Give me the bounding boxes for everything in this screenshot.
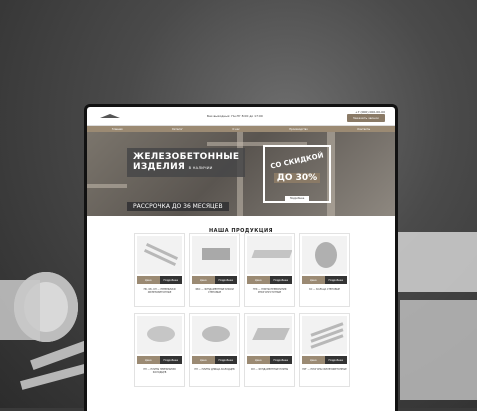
- product-label[interactable]: ПП — ПЛИТЫ ПЕРЕКРЫТИЯ КОЛОДЦЕВ: [135, 368, 184, 374]
- product-label[interactable]: ПТК — ПЛИТЫ ПЕРЕКРЫТИЯ МНОГОПУСТОТНЫЕ: [245, 288, 294, 294]
- product-image-lintels: [137, 236, 182, 274]
- price-button[interactable]: Цена: [137, 356, 160, 364]
- product-label[interactable]: ПБ, ОБ, ОП — ПЕРЕМЫЧКИ ЖЕЛЕЗОБЕТОННЫЕ: [135, 288, 184, 294]
- product-image-rings: [302, 236, 347, 274]
- product-card[interactable]: Цена Подробнее ФБС — ФУНДАМЕНТНЫЕ БЛОКИ С…: [189, 233, 240, 307]
- details-button[interactable]: Подробнее: [159, 356, 182, 364]
- site-header: Без выходных: Пн-Пт 8:00 до 17:00 +7 (00…: [87, 107, 395, 126]
- website-window: Без выходных: Пн-Пт 8:00 до 17:00 +7 (00…: [84, 104, 398, 411]
- promo-text: СО СКИДКОЙ: [269, 151, 325, 171]
- price-button[interactable]: Цена: [302, 356, 325, 364]
- hero-subtitle: РАССРОЧКА ДО 36 МЕСЯЦЕВ: [127, 202, 229, 211]
- product-image-girders: [302, 316, 347, 354]
- price-button[interactable]: Цена: [247, 276, 270, 284]
- details-button[interactable]: Подробнее: [159, 276, 182, 284]
- product-label[interactable]: ПРГ — ПРОГОНЫ ЖЕЛЕЗОБЕТОННЫЕ: [300, 368, 349, 371]
- product-card[interactable]: Цена Подробнее КС — КОЛЬЦА СТЕНОВЫЕ: [299, 233, 350, 307]
- details-button[interactable]: Подробнее: [269, 356, 292, 364]
- nav-item-about[interactable]: О нас: [232, 128, 239, 131]
- product-image-blocks: [192, 236, 237, 274]
- nav-item-production[interactable]: Производство: [289, 128, 308, 131]
- price-button[interactable]: Цена: [192, 356, 215, 364]
- product-card[interactable]: Цена Подробнее ПП — ПЛИТЫ ПЕРЕКРЫТИЯ КОЛО…: [134, 313, 185, 387]
- details-button[interactable]: Подробнее: [324, 276, 347, 284]
- promo-button[interactable]: Подробнее: [284, 196, 310, 201]
- product-grid: Цена Подробнее ПБ, ОБ, ОП — ПЕРЕМЫЧКИ ЖЕЛ…: [134, 233, 350, 387]
- hero-banner: ЖЕЛЕЗОБЕТОННЫЕ ИЗДЕЛИЯ В НАЛИЧИИ РАССРОЧ…: [87, 132, 395, 216]
- hero-title-box: ЖЕЛЕЗОБЕТОННЫЕ ИЗДЕЛИЯ В НАЛИЧИИ: [127, 148, 246, 177]
- product-card[interactable]: Цена Подробнее ПН — ПЛИТЫ ДНИЩА КОЛОДЦЕВ: [189, 313, 240, 387]
- price-button[interactable]: Цена: [192, 276, 215, 284]
- hero-scaffold-4: [87, 184, 127, 188]
- hero-title-small: В НАЛИЧИИ: [188, 166, 213, 170]
- site-logo[interactable]: [97, 111, 123, 121]
- hero-title-line2: ИЗДЕЛИЯ: [133, 162, 186, 172]
- hero-title-line1: ЖЕЛЕЗОБЕТОННЫЕ: [133, 152, 240, 162]
- product-image-slabs: [247, 236, 292, 274]
- price-button[interactable]: Цена: [137, 276, 160, 284]
- call-button[interactable]: Заказать звонок: [346, 114, 385, 122]
- product-label[interactable]: ФБС — ФУНДАМЕНТНЫЕ БЛОКИ СТЕНОВЫЕ: [190, 288, 239, 294]
- logo-roof-icon: [100, 114, 120, 118]
- price-button[interactable]: Цена: [247, 356, 270, 364]
- product-label[interactable]: ФЛ — ФУНДАМЕНТНЫЕ ПЛИТЫ: [245, 368, 294, 371]
- details-button[interactable]: Подробнее: [324, 356, 347, 364]
- product-image-foundation: [247, 316, 292, 354]
- nav-item-home[interactable]: Главная: [112, 128, 123, 131]
- price-button[interactable]: Цена: [302, 276, 325, 284]
- nav-item-contacts[interactable]: Контакты: [357, 128, 370, 131]
- product-card[interactable]: Цена Подробнее ФЛ — ФУНДАМЕНТНЫЕ ПЛИТЫ: [244, 313, 295, 387]
- nav-item-catalog[interactable]: Каталог: [172, 128, 183, 131]
- details-button[interactable]: Подробнее: [269, 276, 292, 284]
- promo-box: СО СКИДКОЙ ДО 30% Подробнее: [263, 145, 331, 203]
- promo-discount: ДО 30%: [273, 173, 321, 183]
- working-hours: Без выходных: Пн-Пт 8:00 до 17:00: [207, 114, 263, 118]
- product-image-well-bottom: [192, 316, 237, 354]
- product-card[interactable]: Цена Подробнее ПРГ — ПРОГОНЫ ЖЕЛЕЗОБЕТОНН…: [299, 313, 350, 387]
- details-button[interactable]: Подробнее: [214, 276, 237, 284]
- product-label[interactable]: КС — КОЛЬЦА СТЕНОВЫЕ: [300, 288, 349, 291]
- product-label[interactable]: ПН — ПЛИТЫ ДНИЩА КОЛОДЦЕВ: [190, 368, 239, 371]
- bg-slab-right: [398, 232, 477, 292]
- bg-stack-right: [400, 300, 477, 400]
- product-card[interactable]: Цена Подробнее ПТК — ПЛИТЫ ПЕРЕКРЫТИЯ МНО…: [244, 233, 295, 307]
- product-card[interactable]: Цена Подробнее ПБ, ОБ, ОП — ПЕРЕМЫЧКИ ЖЕЛ…: [134, 233, 185, 307]
- bg-pipe-body: [0, 280, 40, 340]
- details-button[interactable]: Подробнее: [214, 356, 237, 364]
- product-image-well-cover: [137, 316, 182, 354]
